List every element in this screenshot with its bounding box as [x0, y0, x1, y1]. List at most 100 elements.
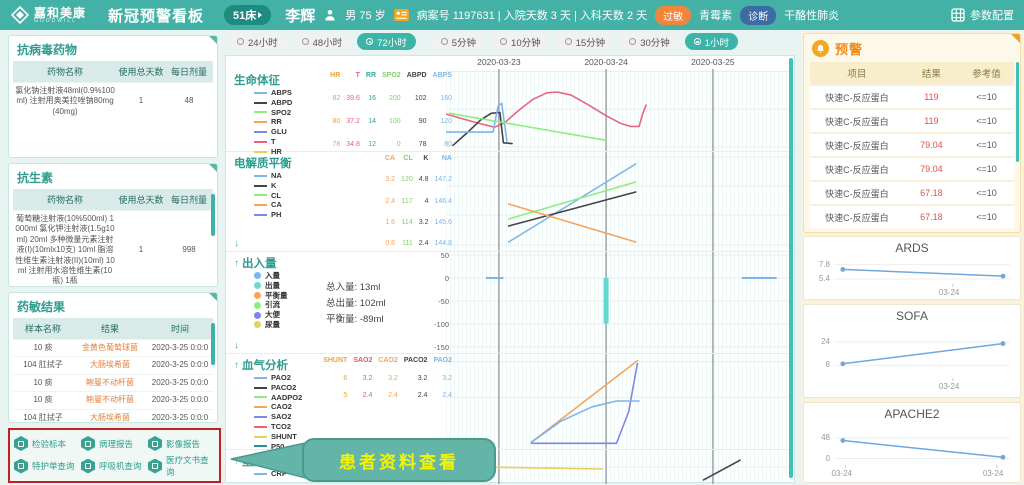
score-y-tick: 24	[810, 337, 830, 346]
legend-swatch	[254, 175, 267, 177]
settings-button[interactable]: 参数配置	[951, 7, 1014, 23]
allergy-tag: 过敏	[655, 6, 691, 25]
legend-item: 大便	[254, 310, 288, 320]
radio-icon	[441, 38, 448, 45]
legend-swatch	[254, 321, 261, 328]
axis-column-K: K4.843.22.4	[419, 155, 429, 247]
table-row: 氯化钠注射液48ml(0.9%100ml) 注射用奥美拉唑钠80mg(40mg)…	[13, 83, 213, 121]
legend-swatch	[254, 92, 267, 94]
interval-button-48小时[interactable]: 48小时	[293, 33, 352, 50]
legend-item: CAO2	[254, 402, 302, 412]
section-legend: NAKCLCAPH	[254, 171, 282, 220]
legend-swatch	[254, 416, 267, 418]
score-x-tick: 03-24	[939, 288, 969, 297]
plot-area-vital-signs	[446, 69, 794, 151]
warning-column-header: 项目	[810, 62, 904, 85]
interval-button-30分钟[interactable]: 30分钟	[620, 33, 679, 50]
column-header: 结果	[73, 318, 147, 340]
quick-link-ventilator[interactable]: 呼吸机查询	[81, 454, 148, 478]
imaging-report-icon	[148, 436, 162, 451]
quick-link-imaging[interactable]: 影像报告	[148, 433, 215, 454]
axis-column-ABPD: ABPD1029078	[407, 72, 427, 148]
quick-link-pathology[interactable]: 病理报告	[81, 433, 148, 454]
case-info: 病案号 1197631 | 入院天数 3 天 | 入科天数 2 天	[417, 7, 647, 23]
legend-swatch	[254, 141, 267, 143]
legend-item: GLU	[254, 127, 292, 137]
warning-column-header: 结果	[904, 62, 959, 85]
callout-tail	[230, 442, 310, 480]
legend-swatch	[254, 396, 267, 398]
chart-scrollbar[interactable]	[789, 58, 793, 478]
plot-area-io-volume	[446, 252, 794, 353]
legend-swatch	[254, 302, 261, 309]
quick-link-special-care[interactable]: 特护单查询	[14, 454, 81, 478]
column-header: 每日剂量	[165, 61, 213, 83]
interval-button-5分钟[interactable]: 5分钟	[432, 33, 485, 50]
trend-chart-panel: 2020-03-232020-03-242020-03-25 生命体征ABPSA…	[225, 55, 795, 483]
column-header: 使用总天数	[117, 61, 165, 83]
score-y-tick: 0	[810, 454, 830, 463]
quick-link-medical-docs[interactable]: 医疗文书查询	[148, 454, 215, 478]
interval-button-1小时[interactable]: 1小时	[685, 33, 738, 50]
legend-item: PACO2	[254, 383, 302, 393]
radio-icon	[237, 38, 244, 45]
legend-swatch	[254, 312, 261, 319]
legend-item: 尿量	[254, 320, 288, 330]
axis-column-HR: HR828078	[330, 72, 340, 148]
panel-scrollbar[interactable]	[211, 323, 215, 365]
callout-text: 患者资料查看	[339, 448, 459, 473]
legend-swatch	[254, 426, 267, 428]
legend-item: PAO2	[254, 373, 302, 383]
bed-badge[interactable]: 51床	[224, 5, 271, 25]
score-card-ARDS: ARDS7.85.403-24	[803, 236, 1021, 300]
legend-item: RR	[254, 117, 292, 127]
patient-data-links: 检验标本病理报告 影像报告特护单查询 呼吸机查询医疗文书查询	[8, 428, 221, 483]
chart-section-electrolyte: 电解质平衡NAKCLCAPHCA3.22.41.60.8CL1201171141…	[226, 151, 794, 251]
score-x-tick: 03-24	[939, 382, 969, 391]
interval-button-15分钟[interactable]: 15分钟	[556, 33, 615, 50]
section-title: ↑血气分析	[234, 357, 288, 373]
plot-area-blood-gas	[446, 354, 794, 449]
score-y-tick: 7.8	[810, 260, 830, 269]
quick-link-label: 呼吸机查询	[99, 460, 142, 472]
quick-link-specimen[interactable]: 检验标本	[14, 433, 81, 454]
legend-item: 出量	[254, 281, 288, 291]
person-icon	[323, 8, 337, 22]
interval-button-24小时[interactable]: 24小时	[228, 33, 287, 50]
axis-column-NA: NA147.2146.4145.6144.8	[434, 155, 452, 247]
interval-button-10分钟[interactable]: 10分钟	[491, 33, 550, 50]
interval-button-72小时[interactable]: 72小时	[357, 33, 416, 50]
legend-swatch	[254, 282, 261, 289]
plot-area-electrolyte	[446, 152, 794, 251]
interval-group-minutes: 5分钟 10分钟 15分钟 30分钟 1小时	[432, 33, 738, 50]
score-y-tick: 48	[810, 433, 830, 442]
antibiotics-panel: 抗生素药物名称使用总天数每日剂量葡萄糖注射液(10%500ml) 1000ml …	[8, 163, 218, 287]
radio-icon	[629, 38, 636, 45]
top-bar: 嘉和美康 GOODWILL 新冠预警看板 51床 李辉 男 75 岁 病案号 1…	[0, 0, 1024, 30]
panel-scrollbar[interactable]	[211, 194, 215, 236]
quick-link-label: 影像报告	[166, 438, 200, 450]
score-card-title: ARDS	[804, 237, 1020, 255]
radio-icon	[500, 38, 507, 45]
legend-swatch	[254, 272, 261, 279]
settings-label: 参数配置	[970, 7, 1014, 23]
warning-scrollbar[interactable]	[1016, 62, 1019, 162]
date-label: 2020-03-24	[576, 57, 636, 67]
legend-swatch	[254, 406, 267, 408]
legend-item: K	[254, 181, 282, 191]
axis-labels: SHUNT65SAO23.22.4CAO23.22.4PACO23.22.4PA…	[344, 357, 452, 399]
column-header: 使用总天数	[117, 189, 165, 211]
axis-column-SAO2: SAO23.22.4	[353, 357, 372, 399]
special-care-icon	[14, 459, 28, 474]
column-header: 药物名称	[13, 189, 117, 211]
time-interval-toolbar: 24小时 48小时 72小时 5分钟 10分钟 15分钟 30分钟 1小时	[228, 33, 738, 50]
section-title: 电解质平衡	[234, 155, 292, 171]
legend-item: CL	[254, 191, 282, 201]
down-arrow-icon: ↓	[234, 238, 239, 249]
legend-item: T	[254, 137, 292, 147]
drug-sensitivity-panel: 药敏结果样本名称结果时间10 痰金黄色葡萄球菌2020-3-25 0:0:010…	[8, 292, 218, 423]
legend-swatch	[254, 102, 267, 104]
table-row: 10 痰鲍曼不动杆菌2020-3-25 0:0:0	[13, 392, 213, 409]
callout-bubble: 患者资料查看	[302, 438, 496, 482]
antiviral-drugs-panel: 抗病毒药物药物名称使用总天数每日剂量氯化钠注射液48ml(0.9%100ml) …	[8, 35, 218, 158]
